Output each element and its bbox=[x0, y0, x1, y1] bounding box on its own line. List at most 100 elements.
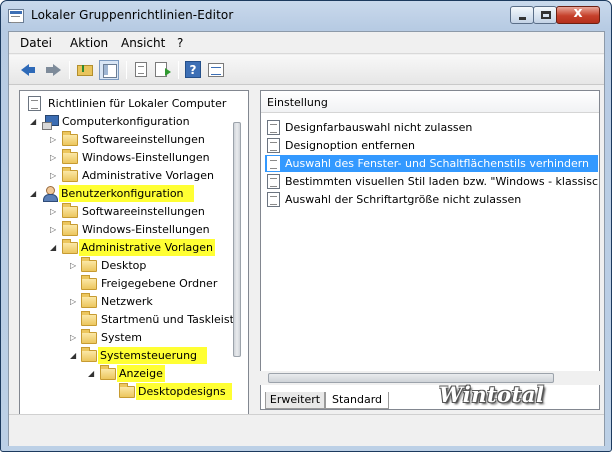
folder-icon bbox=[81, 311, 97, 326]
expand-arrow-icon[interactable] bbox=[50, 131, 59, 148]
menu-ansicht[interactable]: Ansicht bbox=[121, 36, 165, 50]
document-icon bbox=[135, 62, 147, 77]
folder-icon bbox=[100, 365, 116, 380]
list-item-label: Designfarbauswahl nicht zulassen bbox=[285, 121, 473, 134]
tree-item-label: Systemsteuerung bbox=[98, 347, 208, 364]
status-bar bbox=[9, 414, 604, 446]
tree-item-root[interactable]: Richtlinien für Lokaler Computer bbox=[24, 95, 244, 112]
collapse-arrow-icon[interactable] bbox=[50, 239, 59, 256]
tree-item-softwareeinstellungen[interactable]: Softwareeinstellungen bbox=[24, 203, 244, 220]
tab-erweitert[interactable]: Erweitert bbox=[265, 392, 325, 409]
list-item-selected[interactable]: Auswahl des Fenster- und Schaltflächenst… bbox=[265, 155, 598, 172]
maximize-icon bbox=[541, 11, 551, 19]
up-level-button[interactable] bbox=[75, 61, 95, 79]
collapse-arrow-icon[interactable] bbox=[88, 365, 97, 382]
menu-bar: Datei Aktion Ansicht ? bbox=[9, 32, 604, 54]
column-header-einstellung[interactable]: Einstellung bbox=[261, 91, 599, 113]
computer-icon bbox=[42, 115, 59, 130]
tree-item-administrative-vorlagen[interactable]: Administrative Vorlagen bbox=[24, 239, 244, 256]
tree-item-label: Netzwerk bbox=[101, 295, 153, 308]
toolbar: ? bbox=[9, 55, 604, 85]
tree-item-label: Richtlinien für Lokaler Computer bbox=[48, 97, 227, 110]
close-button[interactable]: x bbox=[556, 5, 600, 24]
list-item-label: Designoption entfernen bbox=[285, 139, 415, 152]
tree-item-benutzerkonfiguration[interactable]: Benutzerkonfiguration bbox=[24, 185, 244, 202]
policy-setting-icon bbox=[267, 156, 280, 171]
properties-button[interactable] bbox=[206, 61, 226, 79]
document-button[interactable] bbox=[131, 61, 151, 79]
toolbar-separator bbox=[126, 61, 127, 79]
scrollbar-thumb[interactable] bbox=[233, 122, 241, 357]
list-item[interactable]: Designoption entfernen bbox=[265, 137, 598, 154]
show-hide-tree-button[interactable] bbox=[99, 60, 119, 80]
list-item-label: Bestimmten visuellen Stil laden bzw. "Wi… bbox=[285, 175, 600, 188]
expand-arrow-icon[interactable] bbox=[50, 203, 59, 220]
folder-icon bbox=[62, 203, 78, 218]
folder-icon bbox=[62, 221, 78, 236]
tree-item-label: Desktopdesigns bbox=[136, 383, 232, 400]
tree-item-freigegebene-ordner[interactable]: Freigegebene Ordner bbox=[24, 275, 244, 292]
title-bar[interactable]: Lokaler Gruppenrichtlinien-Editor x bbox=[1, 1, 611, 31]
tree-item-desktopdesigns[interactable]: Desktopdesigns bbox=[24, 383, 244, 400]
folder-icon bbox=[62, 131, 78, 146]
back-button[interactable] bbox=[19, 61, 39, 79]
minimize-icon bbox=[519, 17, 526, 20]
menu-datei[interactable]: Datei bbox=[20, 36, 52, 50]
minimize-button[interactable] bbox=[510, 6, 534, 24]
menu-aktion[interactable]: Aktion bbox=[70, 36, 108, 50]
list-item-label: Auswahl des Fenster- und Schaltflächenst… bbox=[285, 157, 590, 170]
folder-icon bbox=[62, 149, 78, 164]
forward-arrow-icon bbox=[46, 64, 61, 76]
tree-item-softwareeinstellungen[interactable]: Softwareeinstellungen bbox=[24, 131, 244, 148]
tree-item-label: Windows-Einstellungen bbox=[82, 151, 210, 164]
properties-icon bbox=[208, 63, 224, 77]
list-item[interactable]: Auswahl der Schriftartgröße nicht zulass… bbox=[265, 191, 598, 208]
help-button[interactable]: ? bbox=[183, 61, 203, 79]
back-arrow-icon bbox=[21, 64, 35, 76]
tree-item-windows-einstellungen[interactable]: Windows-Einstellungen bbox=[24, 149, 244, 166]
collapse-arrow-icon[interactable] bbox=[70, 347, 79, 364]
list-item[interactable]: Bestimmten visuellen Stil laden bzw. "Wi… bbox=[265, 173, 600, 190]
app-window: Lokaler Gruppenrichtlinien-Editor x Date… bbox=[0, 0, 612, 452]
folder-icon bbox=[81, 347, 97, 362]
help-icon: ? bbox=[185, 61, 201, 78]
forward-button[interactable] bbox=[43, 61, 63, 79]
tree-item-label: Softwareeinstellungen bbox=[82, 205, 205, 218]
tree-pane[interactable]: Richtlinien für Lokaler Computer Compute… bbox=[19, 90, 249, 429]
tree-item-administrative-vorlagen[interactable]: Administrative Vorlagen bbox=[24, 167, 244, 184]
tree-item-anzeige[interactable]: Anzeige bbox=[24, 365, 244, 382]
collapse-arrow-icon[interactable] bbox=[30, 185, 39, 202]
status-text bbox=[9, 417, 604, 431]
menu-help[interactable]: ? bbox=[177, 36, 183, 50]
app-icon bbox=[8, 9, 24, 23]
tree-item-windows-einstellungen[interactable]: Windows-Einstellungen bbox=[24, 221, 244, 238]
tree-item-label: Windows-Einstellungen bbox=[82, 223, 210, 236]
collapse-arrow-icon[interactable] bbox=[30, 113, 39, 130]
maximize-button[interactable] bbox=[533, 6, 557, 24]
folder-icon bbox=[81, 275, 97, 290]
tree-item-computerkonfiguration[interactable]: Computerkonfiguration bbox=[24, 113, 244, 130]
tab-standard[interactable]: Standard bbox=[325, 392, 389, 409]
expand-arrow-icon[interactable] bbox=[50, 149, 59, 166]
policy-setting-icon bbox=[267, 174, 280, 189]
folder-icon bbox=[62, 167, 78, 182]
tree-item-netzwerk[interactable]: Netzwerk bbox=[24, 293, 244, 310]
folder-icon bbox=[81, 293, 97, 308]
tree-item-systemsteuerung[interactable]: Systemsteuerung bbox=[24, 347, 244, 364]
list-item[interactable]: Designfarbauswahl nicht zulassen bbox=[265, 119, 598, 136]
tree-item-desktop[interactable]: Desktop bbox=[24, 257, 244, 274]
expand-arrow-icon[interactable] bbox=[70, 329, 79, 346]
client-area: Datei Aktion Ansicht ? ? Richtlinien für… bbox=[8, 31, 605, 446]
tree-item-label: Desktop bbox=[101, 259, 147, 272]
tree-item-system[interactable]: System bbox=[24, 329, 244, 346]
expand-arrow-icon[interactable] bbox=[50, 221, 59, 238]
tree-item-startmenue[interactable]: Startmenü und Taskleiste bbox=[24, 311, 248, 328]
export-list-button[interactable] bbox=[153, 61, 173, 79]
expand-arrow-icon[interactable] bbox=[70, 257, 79, 274]
close-icon: x bbox=[573, 5, 583, 21]
settings-list-pane[interactable]: Einstellung Designfarbauswahl nicht zula… bbox=[260, 90, 600, 410]
tree-vertical-scrollbar[interactable] bbox=[233, 92, 241, 427]
list-horizontal-scrollbar[interactable] bbox=[260, 371, 600, 385]
expand-arrow-icon[interactable] bbox=[50, 167, 59, 184]
expand-arrow-icon[interactable] bbox=[70, 293, 79, 310]
